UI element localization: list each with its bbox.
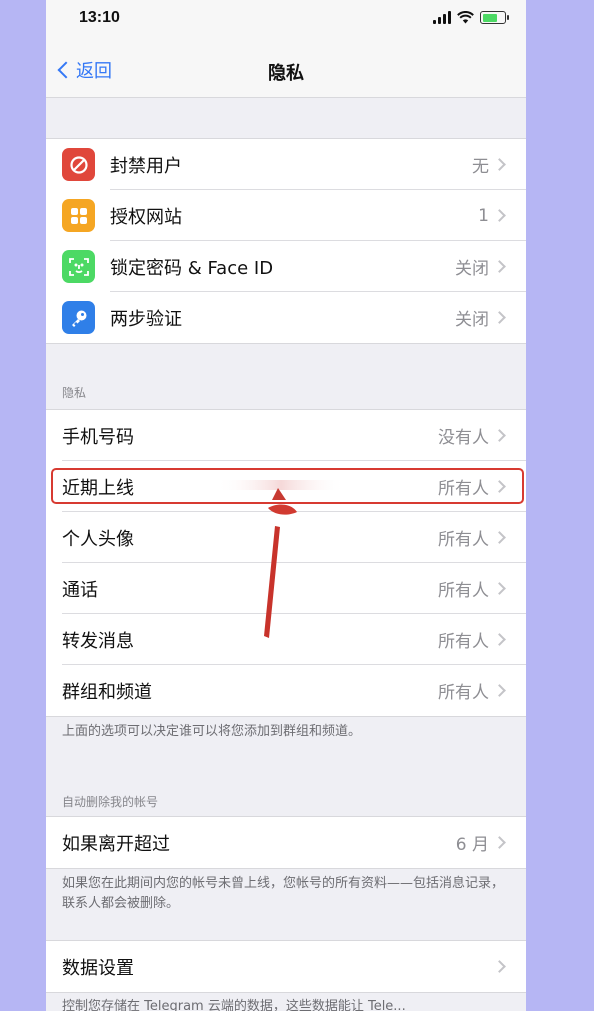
row-label: 手机号码 — [62, 426, 134, 448]
section-footer-privacy: 上面的选项可以决定谁可以将您添加到群组和频道。 — [62, 724, 362, 739]
face-id-icon — [62, 250, 95, 283]
row-label: 数据设置 — [62, 957, 134, 979]
row-value: 无 — [472, 157, 489, 177]
row-label: 授权网站 — [110, 206, 182, 228]
row-label: 近期上线 — [62, 477, 134, 499]
row-blocked-users[interactable]: 封禁用户 无 — [46, 139, 526, 190]
section-header-privacy: 隐私 — [62, 386, 87, 400]
row-groups-channels[interactable]: 群组和频道 所有人 — [46, 665, 526, 716]
row-last-seen[interactable]: 近期上线 所有人 — [46, 461, 526, 512]
security-group: 封禁用户 无 授权网站 1 锁定密码 & Face ID 关闭 两步验证 关闭 — [46, 138, 526, 344]
row-label: 如果离开超过 — [62, 833, 170, 855]
signal-icon — [433, 11, 451, 24]
row-value: 所有人 — [438, 479, 489, 499]
wifi-icon — [457, 11, 474, 24]
row-forwarded-messages[interactable]: 转发消息 所有人 — [46, 614, 526, 665]
data-settings-group: 数据设置 — [46, 940, 526, 993]
auto-delete-group: 如果离开超过 6 月 — [46, 816, 526, 869]
chevron-right-icon — [493, 960, 506, 973]
row-value: 关闭 — [455, 259, 489, 279]
row-phone-number[interactable]: 手机号码 没有人 — [46, 410, 526, 461]
row-authorized-websites[interactable]: 授权网站 1 — [46, 190, 526, 241]
row-label: 封禁用户 — [110, 155, 182, 177]
row-two-step-verification[interactable]: 两步验证 关闭 — [46, 292, 526, 343]
section-footer-auto-delete: 如果您在此期间内您的帐号未曾上线，您帐号的所有资料——包括消息记录，联系人都会被… — [62, 876, 505, 911]
chevron-right-icon — [493, 429, 506, 442]
section-footer-data: 控制您存储在 Telegram 云端的数据，这些数据能让 Tele... — [62, 999, 406, 1011]
row-label: 转发消息 — [62, 630, 134, 652]
row-label: 通话 — [62, 579, 98, 601]
row-label: 锁定密码 & Face ID — [110, 257, 274, 279]
privacy-group: 手机号码 没有人 近期上线 所有人 个人头像 所有人 通话 所有人 转发消息 所… — [46, 409, 526, 717]
chevron-right-icon — [493, 158, 506, 171]
row-label: 两步验证 — [110, 308, 182, 330]
nav-bar: 返回 隐私 — [46, 40, 526, 98]
row-value: 1 — [478, 205, 489, 226]
chevron-right-icon — [493, 684, 506, 697]
row-value: 所有人 — [438, 632, 489, 652]
chevron-right-icon — [493, 209, 506, 222]
key-icon — [62, 301, 95, 334]
row-data-settings[interactable]: 数据设置 — [46, 941, 526, 992]
row-if-away-for[interactable]: 如果离开超过 6 月 — [46, 817, 526, 868]
status-bar: 13:10 — [46, 0, 526, 40]
page-title: 隐私 — [268, 63, 304, 84]
chevron-right-icon — [493, 480, 506, 493]
row-label: 群组和频道 — [62, 681, 152, 703]
row-label: 个人头像 — [62, 528, 134, 550]
chevron-right-icon — [493, 531, 506, 544]
row-value: 所有人 — [438, 581, 489, 601]
chevron-right-icon — [493, 633, 506, 646]
row-calls[interactable]: 通话 所有人 — [46, 563, 526, 614]
battery-icon — [480, 11, 509, 24]
chevron-right-icon — [493, 836, 506, 849]
block-icon — [62, 148, 95, 181]
chevron-right-icon — [493, 260, 506, 273]
grid-icon — [62, 199, 95, 232]
row-passcode-face-id[interactable]: 锁定密码 & Face ID 关闭 — [46, 241, 526, 292]
row-profile-photo[interactable]: 个人头像 所有人 — [46, 512, 526, 563]
section-header-auto-delete: 自动删除我的帐号 — [62, 795, 159, 809]
status-time: 13:10 — [79, 9, 120, 26]
status-icons — [433, 11, 509, 24]
row-value: 所有人 — [438, 530, 489, 550]
chevron-right-icon — [493, 311, 506, 324]
phone-screen: 13:10 返回 隐私 封禁用户 无 授权网站 1 锁定密码 & Face ID… — [46, 0, 526, 1011]
chevron-right-icon — [493, 582, 506, 595]
row-value: 没有人 — [438, 428, 489, 448]
row-value: 所有人 — [438, 683, 489, 703]
row-value: 关闭 — [455, 310, 489, 330]
row-value: 6 月 — [455, 835, 489, 855]
